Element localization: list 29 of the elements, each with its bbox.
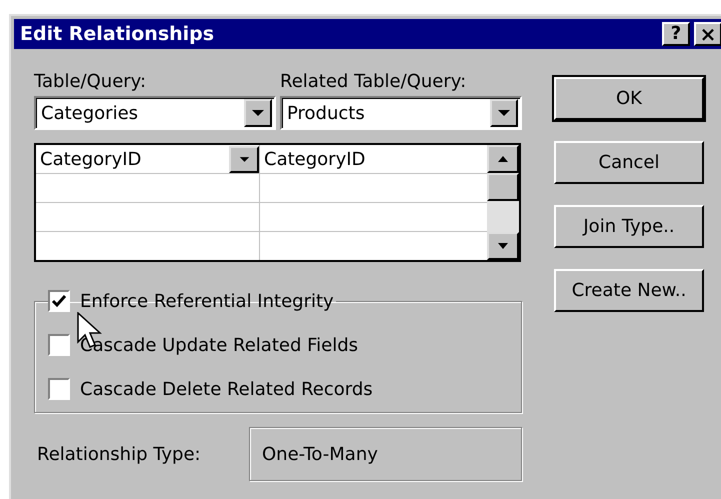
relationship-type-label: Relationship Type: xyxy=(36,444,202,464)
dialog-button[interactable]: Join Type.. xyxy=(554,205,704,248)
checkbox-label: Cascade Delete Related Records xyxy=(80,378,373,400)
help-button[interactable]: ? xyxy=(662,22,690,46)
dropdown-arrow-icon xyxy=(251,109,265,117)
table-cell-text: CategoryID xyxy=(40,148,142,170)
relationship-type-field: One-To-Many xyxy=(249,427,522,481)
related-table-query-dropdown[interactable]: Products xyxy=(280,96,522,130)
dialog-button[interactable]: Cancel xyxy=(554,141,704,184)
scroll-bar[interactable] xyxy=(487,145,519,260)
checkbox[interactable] xyxy=(48,290,70,312)
checkbox[interactable] xyxy=(48,334,70,356)
checkbox-label: Cascade Update Related Fields xyxy=(80,334,358,356)
dialog-button[interactable]: Create New.. xyxy=(554,269,704,312)
table-query-dropdown[interactable]: Categories xyxy=(34,96,276,130)
dialog-button[interactable]: OK xyxy=(554,77,704,120)
dropdown-button[interactable] xyxy=(229,146,259,172)
table-cell-text: CategoryID xyxy=(264,148,366,170)
dropdown-arrow-icon xyxy=(497,109,511,117)
checkbox[interactable] xyxy=(48,378,70,400)
table-query-label: Table/Query: xyxy=(34,71,148,92)
close-button[interactable]: × xyxy=(694,22,721,46)
related-table-query-label: Related Table/Query: xyxy=(280,71,468,92)
up-arrow-icon xyxy=(497,155,509,163)
scroll-thumb[interactable] xyxy=(487,173,519,201)
dropdown-arrow-icon xyxy=(238,156,250,162)
checkbox-label: Enforce Referential Integrity xyxy=(80,290,334,312)
window-title: Edit Relationships xyxy=(20,23,214,45)
down-arrow-icon xyxy=(497,242,509,250)
